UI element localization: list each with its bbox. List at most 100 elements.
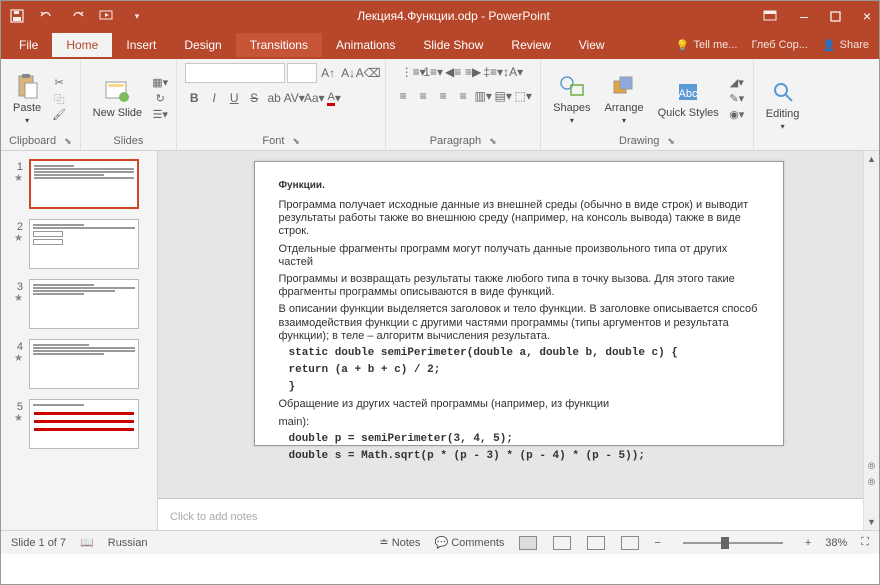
- window-title: Лекция4.Функции.odp - PowerPoint: [145, 9, 762, 23]
- align-text-icon[interactable]: ▤▾: [494, 87, 512, 105]
- next-slide-icon[interactable]: ⦾: [864, 474, 879, 490]
- normal-view-icon[interactable]: [519, 536, 537, 550]
- current-slide[interactable]: Функции. Программа получает исходные дан…: [254, 161, 784, 446]
- decrease-indent-icon[interactable]: ◀≡: [444, 63, 462, 81]
- shape-outline-icon[interactable]: ✎▾: [729, 92, 745, 106]
- clear-format-icon[interactable]: A⌫: [359, 64, 377, 82]
- start-from-beginning-icon[interactable]: [99, 8, 115, 24]
- scroll-down-icon[interactable]: ▼: [864, 514, 879, 530]
- drawing-dialog-icon[interactable]: ⬊: [667, 136, 675, 147]
- zoom-level[interactable]: 38%: [825, 537, 847, 549]
- smartart-icon[interactable]: ⬚▾: [514, 87, 532, 105]
- shadow-button[interactable]: ab: [265, 89, 283, 107]
- slide-editor[interactable]: Функции. Программа получает исходные дан…: [158, 151, 879, 498]
- reset-icon[interactable]: ↻: [152, 92, 168, 106]
- new-slide-button[interactable]: New Slide: [89, 76, 147, 121]
- slide-thumbnail-3[interactable]: [29, 279, 139, 329]
- slide-thumbnail-1[interactable]: [29, 159, 139, 209]
- slideshow-view-icon[interactable]: [621, 536, 639, 550]
- shape-fill-icon[interactable]: ◢▾: [729, 76, 745, 90]
- tab-home[interactable]: Home: [52, 33, 112, 57]
- user-name[interactable]: Глеб Сор...: [751, 39, 807, 51]
- minimize-icon[interactable]: –: [800, 8, 808, 24]
- spellcheck-icon[interactable]: 📖: [80, 536, 94, 549]
- bold-button[interactable]: B: [185, 89, 203, 107]
- zoom-in-icon[interactable]: +: [805, 537, 811, 549]
- numbering-icon[interactable]: 1≡▾: [424, 63, 442, 81]
- tab-design[interactable]: Design: [170, 33, 235, 57]
- strike-button[interactable]: S: [245, 89, 263, 107]
- font-dialog-icon[interactable]: ⬊: [292, 136, 300, 147]
- underline-button[interactable]: U: [225, 89, 243, 107]
- tab-animations[interactable]: Animations: [322, 33, 409, 57]
- tab-transitions[interactable]: Transitions: [236, 33, 322, 57]
- tab-slideshow[interactable]: Slide Show: [409, 33, 497, 57]
- align-right-icon[interactable]: ≡: [434, 87, 452, 105]
- language-indicator[interactable]: Russian: [108, 537, 148, 549]
- vertical-scrollbar[interactable]: ▲ ⦾⦾ ▼: [863, 151, 879, 530]
- notes-pane[interactable]: Click to add notes: [158, 498, 879, 530]
- prev-slide-icon[interactable]: ⦾: [864, 458, 879, 474]
- align-left-icon[interactable]: ≡: [394, 87, 412, 105]
- decrease-font-icon[interactable]: A↓: [339, 64, 357, 82]
- slide-thumbnail-2[interactable]: [29, 219, 139, 269]
- tell-me-input[interactable]: Tell me...: [693, 39, 737, 51]
- scroll-up-icon[interactable]: ▲: [864, 151, 879, 167]
- cut-icon[interactable]: ✂: [51, 76, 67, 90]
- format-painter-icon[interactable]: 🖌: [51, 108, 67, 122]
- comments-toggle[interactable]: 💬 Comments: [434, 536, 504, 549]
- zoom-out-icon[interactable]: −: [654, 537, 660, 549]
- slide-counter[interactable]: Slide 1 of 7: [11, 537, 66, 549]
- zoom-slider[interactable]: [683, 542, 783, 544]
- section-icon[interactable]: ☰▾: [152, 108, 168, 122]
- thumb-number: 2: [17, 221, 23, 233]
- reading-view-icon[interactable]: [587, 536, 605, 550]
- font-color-icon[interactable]: A▾: [325, 89, 343, 107]
- undo-icon[interactable]: [39, 8, 55, 24]
- slide-thumbnail-5[interactable]: [29, 399, 139, 449]
- tab-file[interactable]: File: [5, 33, 52, 57]
- columns-icon[interactable]: ▥▾: [474, 87, 492, 105]
- shapes-button[interactable]: Shapes▾: [549, 70, 594, 127]
- tab-review[interactable]: Review: [497, 33, 564, 57]
- justify-icon[interactable]: ≡: [454, 87, 472, 105]
- bullets-icon[interactable]: ⋮≡▾: [404, 63, 422, 81]
- paragraph-dialog-icon[interactable]: ⬊: [489, 136, 497, 147]
- group-font: A↑ A↓ A⌫ B I U S ab AV▾ Aa▾ A▾ Font⬊: [177, 59, 386, 150]
- tab-view[interactable]: View: [565, 33, 619, 57]
- line-spacing-icon[interactable]: ‡≡▾: [484, 63, 502, 81]
- close-icon[interactable]: ×: [863, 8, 871, 24]
- save-icon[interactable]: [9, 8, 25, 24]
- increase-indent-icon[interactable]: ≡▶: [464, 63, 482, 81]
- font-size-select[interactable]: [287, 63, 317, 83]
- clipboard-dialog-icon[interactable]: ⬊: [64, 136, 72, 147]
- notes-toggle[interactable]: ≐ Notes: [379, 536, 420, 549]
- find-icon: [769, 78, 797, 106]
- text-direction-icon[interactable]: ↕A▾: [504, 63, 522, 81]
- thumb-number: 1: [17, 161, 23, 173]
- align-center-icon[interactable]: ≡: [414, 87, 432, 105]
- arrange-button[interactable]: Arrange▾: [600, 70, 647, 127]
- slide-sorter-icon[interactable]: [553, 536, 571, 550]
- svg-text:Abc: Abc: [679, 88, 698, 100]
- maximize-icon[interactable]: [830, 11, 841, 22]
- layout-icon[interactable]: ▦▾: [152, 76, 168, 90]
- slide-thumbnail-4[interactable]: [29, 339, 139, 389]
- editing-button[interactable]: Editing▾: [762, 76, 804, 133]
- tab-insert[interactable]: Insert: [112, 33, 170, 57]
- quick-styles-button[interactable]: Abc Quick Styles: [654, 76, 723, 121]
- char-spacing-icon[interactable]: AV▾: [285, 89, 303, 107]
- thumbnail-pane[interactable]: 1★ 2★ 3★ 4★ 5★: [1, 151, 158, 530]
- copy-icon[interactable]: ⿻: [51, 92, 67, 106]
- shape-effects-icon[interactable]: ◉▾: [729, 108, 745, 122]
- change-case-icon[interactable]: Aa▾: [305, 89, 323, 107]
- share-button[interactable]: Share: [840, 39, 869, 51]
- italic-button[interactable]: I: [205, 89, 223, 107]
- qat-dropdown-icon[interactable]: ▾: [129, 8, 145, 24]
- paste-button[interactable]: Paste ▾: [9, 70, 45, 127]
- redo-icon[interactable]: [69, 8, 85, 24]
- font-family-select[interactable]: [185, 63, 285, 83]
- fit-to-window-icon[interactable]: ⛶: [861, 536, 869, 549]
- ribbon-display-icon[interactable]: [762, 8, 778, 24]
- increase-font-icon[interactable]: A↑: [319, 64, 337, 82]
